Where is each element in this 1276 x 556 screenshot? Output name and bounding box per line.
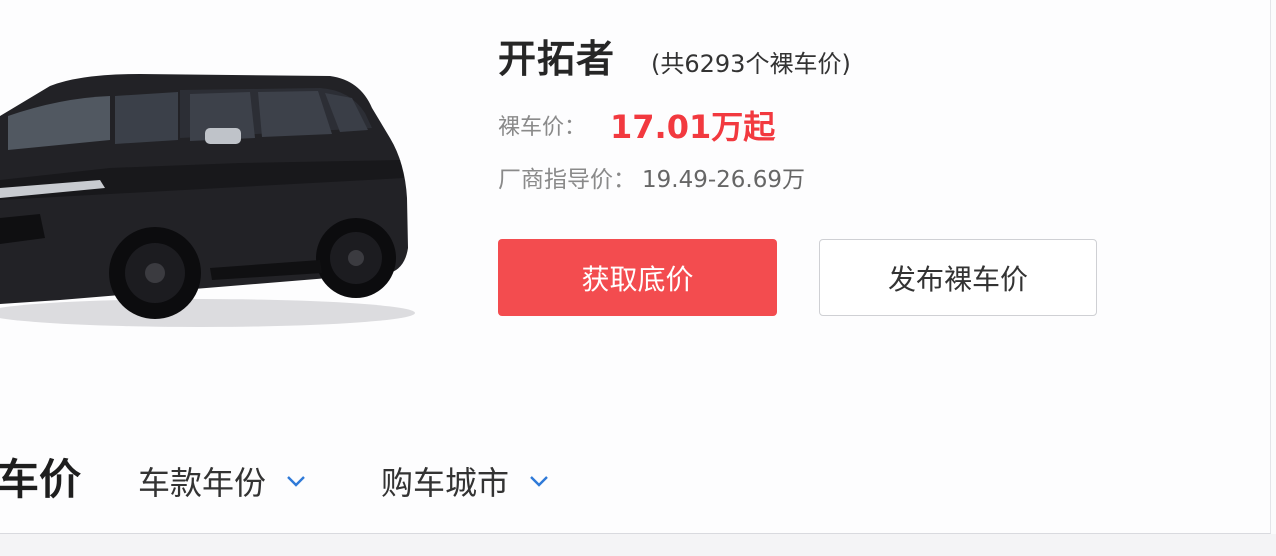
car-image bbox=[0, 74, 415, 327]
car-summary-card: 开拓者 (共6293个裸车价) 裸车价： 17.01万起 厂商指导价： 19.4… bbox=[0, 0, 1271, 534]
price-count-note: (共6293个裸车价) bbox=[651, 50, 851, 78]
chevron-down-icon bbox=[287, 476, 305, 487]
chevron-down-icon bbox=[530, 476, 548, 487]
title-row: 开拓者 (共6293个裸车价) bbox=[498, 28, 851, 81]
guide-price-label: 厂商指导价： bbox=[498, 167, 636, 193]
guide-price-row: 厂商指导价： 19.49-26.69万 bbox=[498, 160, 805, 194]
get-lowest-price-button[interactable]: 获取底价 bbox=[498, 239, 777, 316]
guide-price-value: 19.49-26.69万 bbox=[642, 167, 805, 193]
car-name: 开拓者 bbox=[498, 37, 616, 81]
price-label: 裸车价： bbox=[498, 115, 587, 140]
city-filter-dropdown[interactable]: 购车城市 bbox=[381, 458, 549, 504]
price-row: 裸车价： 17.01万起 bbox=[498, 102, 775, 148]
city-filter-label: 购车城市 bbox=[381, 464, 510, 502]
price-value: 17.01万起 bbox=[610, 108, 776, 146]
section-title: 车价 bbox=[0, 455, 82, 504]
publish-price-button[interactable]: 发布裸车价 bbox=[819, 239, 1097, 316]
page-background-strip bbox=[0, 534, 1276, 556]
year-filter-dropdown[interactable]: 车款年份 bbox=[138, 458, 306, 504]
year-filter-label: 车款年份 bbox=[138, 464, 267, 502]
